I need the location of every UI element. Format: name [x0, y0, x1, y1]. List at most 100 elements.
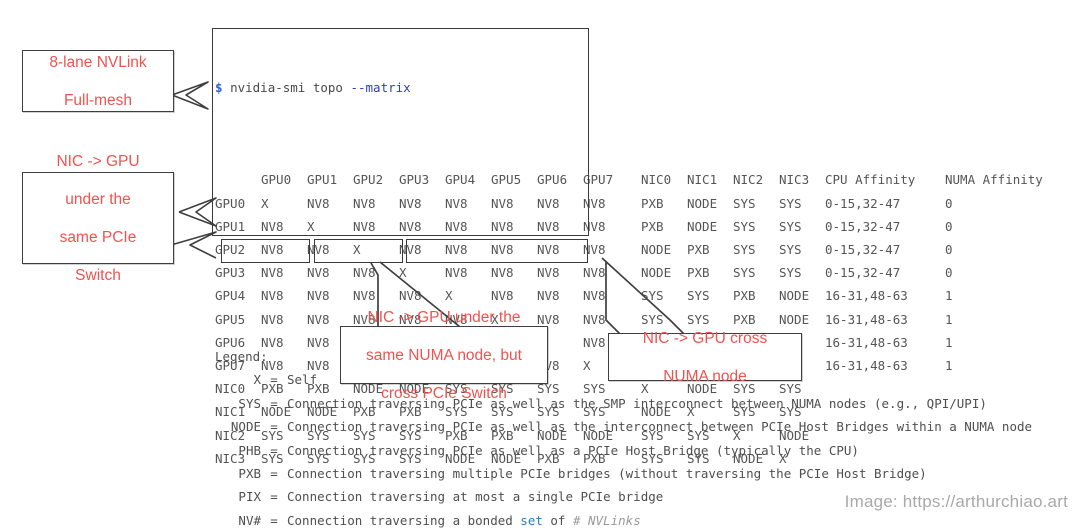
matrix-cell-gpu3-numa: 0 — [945, 265, 953, 281]
legend-entry-sys: SYS = Connection traversing PCIe as well a… — [215, 392, 1032, 415]
matrix-rowlabel-gpu-3: GPU3 — [215, 265, 246, 281]
matrix-cell-gpu5-numa: 1 — [945, 311, 953, 327]
command-line: $ nvidia-smi topo --matrix — [215, 76, 1075, 99]
matrix-header-nic-3: NIC3 — [779, 172, 810, 188]
matrix-cell-gpu2-nic3: SYS — [779, 242, 802, 258]
legend-equals: = — [270, 372, 278, 388]
matrix-cell-gpu1-gpu5: NV8 — [491, 218, 514, 234]
callout-same-numa-line2: same NUMA node, but — [366, 346, 522, 364]
callout-same-numa-line3: cross PCIe Switch — [381, 384, 507, 402]
legend-key: PHB — [238, 442, 261, 458]
matrix-rowlabel-gpu-1: GPU1 — [215, 218, 246, 234]
matrix-cell-gpu0-nic1: NODE — [687, 195, 718, 211]
legend-equals: = — [270, 395, 278, 411]
screenshot-root: $ nvidia-smi topo --matrix GPU0 GPU1 GPU2 G… — [0, 0, 1080, 528]
legend-description: Connection traversing at most a single P… — [287, 489, 664, 505]
matrix-header-gpu-2: GPU2 — [353, 172, 384, 188]
callout-same-numa-cross-switch: NIC -> GPU under the same NUMA node, but… — [340, 309, 548, 402]
watermark: Image: https://arthurchiao.art — [844, 492, 1068, 511]
matrix-cell-gpu3-gpu1: NV8 — [307, 265, 330, 281]
matrix-cell-gpu0-cpu: 0-15,32-47 — [825, 195, 901, 211]
matrix-cell-gpu5-nic2: PXB — [733, 311, 756, 327]
matrix-cell-gpu3-nic1: PXB — [687, 265, 710, 281]
matrix-header-nic-1: NIC1 — [687, 172, 718, 188]
shell-prompt: $ — [215, 79, 223, 95]
legend-key: PIX — [238, 489, 261, 505]
matrix-cell-gpu4-gpu4: X — [445, 288, 453, 304]
matrix-header-gpu-7: GPU7 — [583, 172, 614, 188]
matrix-cell-gpu5-nic3: NODE — [779, 311, 810, 327]
matrix-cell-gpu0-gpu4: NV8 — [445, 195, 468, 211]
matrix-cell-gpu4-nic2: PXB — [733, 288, 756, 304]
matrix-rowlabel-gpu-4: GPU4 — [215, 288, 246, 304]
legend-keyword-set: set — [520, 512, 543, 528]
legend-description: Connection traversing PCIe as well as a … — [287, 442, 859, 458]
matrix-cell-gpu4-gpu2: NV8 — [353, 288, 376, 304]
matrix-cell-gpu2-cpu: 0-15,32-47 — [825, 242, 901, 258]
matrix-cell-gpu4-gpu1: NV8 — [307, 288, 330, 304]
matrix-header-numa-affinity: NUMA Affinity — [945, 172, 1043, 188]
matrix-cell-gpu3-nic3: SYS — [779, 265, 802, 281]
matrix-cell-gpu1-gpu1: X — [307, 218, 315, 234]
matrix-cell-gpu1-gpu0: NV8 — [261, 218, 284, 234]
legend-description: Connection traversing PCIe as well as th… — [287, 419, 1033, 435]
matrix-header-gpu-1: GPU1 — [307, 172, 338, 188]
matrix-cell-gpu3-gpu4: NV8 — [445, 265, 468, 281]
matrix-spacer — [629, 261, 641, 284]
legend-equals: = — [270, 466, 278, 482]
legend-key: NV# — [238, 512, 261, 528]
matrix-cell-gpu1-cpu: 0-15,32-47 — [825, 218, 901, 234]
callout-nvlink-line2: Full-mesh — [63, 91, 133, 109]
callout-nvlink-line1: 8-lane NVLink — [49, 53, 147, 71]
matrix-header-gpu-3: GPU3 — [399, 172, 430, 188]
matrix-cell-gpu4-nic3: NODE — [779, 288, 810, 304]
matrix-header-gpu-5: GPU5 — [491, 172, 522, 188]
matrix-cell-gpu2-gpu4: NV8 — [445, 242, 468, 258]
callout-same-numa-line1: NIC -> GPU under the — [367, 308, 521, 326]
matrix-header-gpu-6: GPU6 — [537, 172, 568, 188]
matrix-cell-gpu0-gpu6: NV8 — [537, 195, 560, 211]
matrix-spacer — [629, 308, 641, 331]
matrix-cell-gpu3-gpu3: X — [399, 265, 407, 281]
matrix-cell-gpu2-numa: 0 — [945, 242, 953, 258]
matrix-cell-gpu0-nic3: SYS — [779, 195, 802, 211]
matrix-cell-gpu0-gpu7: NV8 — [583, 195, 606, 211]
matrix-header-cpu-affinity: CPU Affinity — [825, 172, 916, 188]
matrix-cell-gpu4-gpu3: NV8 — [399, 288, 422, 304]
callout-nvlink-fullmesh: 8-lane NVLink Full-mesh — [22, 50, 174, 112]
matrix-cell-gpu0-gpu3: NV8 — [399, 195, 422, 211]
matrix-cell-gpu2-gpu3: NV8 — [399, 242, 422, 258]
legend-description: Connection traversing a bonded — [287, 512, 521, 528]
matrix-cell-gpu5-cpu: 16-31,48-63 — [825, 311, 908, 327]
matrix-cell-gpu1-gpu3: NV8 — [399, 218, 422, 234]
matrix-cell-gpu1-gpu6: NV8 — [537, 218, 560, 234]
matrix-cell-gpu4-cpu: 16-31,48-63 — [825, 288, 908, 304]
matrix-corner — [215, 168, 261, 191]
matrix-cell-gpu2-nic0: NODE — [641, 242, 672, 258]
matrix-rowlabel-gpu-0: GPU0 — [215, 195, 246, 211]
matrix-cell-gpu2-gpu1: NV8 — [307, 242, 330, 258]
matrix-cell-gpu1-nic1: NODE — [687, 218, 718, 234]
matrix-cell-gpu4-gpu0: NV8 — [261, 288, 284, 304]
legend-equals: = — [270, 442, 278, 458]
legend-description: Self — [287, 372, 318, 388]
matrix-cell-gpu4-gpu7: NV8 — [583, 288, 606, 304]
matrix-header-gpu-0: GPU0 — [261, 172, 292, 188]
matrix-cell-gpu4-nic1: SYS — [687, 288, 710, 304]
matrix-header-gpu-4: GPU4 — [445, 172, 476, 188]
matrix-cell-gpu3-nic0: NODE — [641, 265, 672, 281]
matrix-cell-gpu4-numa: 1 — [945, 288, 953, 304]
matrix-cell-gpu3-gpu7: NV8 — [583, 265, 606, 281]
callout-same-switch-line4: Switch — [75, 266, 121, 284]
callout-same-switch-line3: same PCIe — [59, 228, 137, 246]
legend-entry-phb: PHB = Connection traversing PCIe as well a… — [215, 439, 1032, 462]
legend-equals: = — [270, 489, 278, 505]
matrix-cell-gpu2-gpu6: NV8 — [537, 242, 560, 258]
matrix-spacer — [629, 215, 641, 238]
matrix-cell-gpu2-gpu7: NV8 — [583, 242, 606, 258]
callout-cross-numa-line2: NUMA node — [663, 367, 747, 385]
matrix-rowlabel-gpu-5: GPU5 — [215, 311, 246, 327]
matrix-header-nic-0: NIC0 — [641, 172, 672, 188]
legend-description-mid: of — [542, 512, 573, 528]
matrix-rowlabel-gpu-2: GPU2 — [215, 242, 246, 258]
